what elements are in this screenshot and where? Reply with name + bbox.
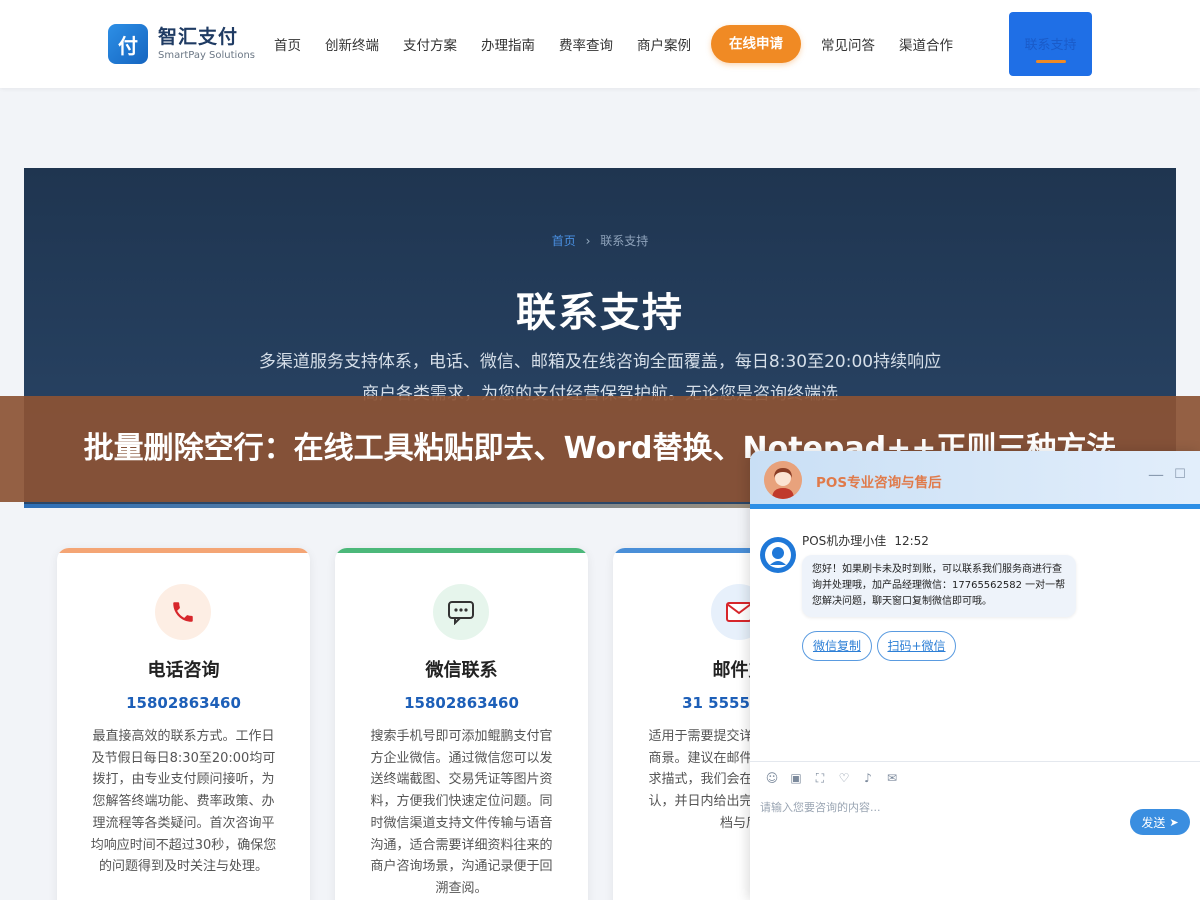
chat-input[interactable]: 请输入您要咨询的内容... [760,799,881,815]
card-phone-number[interactable]: 15802863460 [57,694,310,712]
nav-home[interactable]: 首页 [274,34,301,54]
main-nav: 首页 创新终端 支付方案 办理指南 费率查询 商户案例 在线申请 常见问答 渠道… [262,0,965,88]
nav-support-label: 联系支持 [1024,38,1077,53]
chat-icon [433,584,489,640]
chat-header: POS专业咨询与售后 — ☐ [750,451,1200,509]
card-description: 最直接高效的联系方式。工作日及节假日每日8:30至20:00均可拨打，由专业支付… [90,729,277,875]
card-accent [57,548,310,553]
nav-faq[interactable]: 常见问答 [821,34,875,54]
chat-header-divider [750,504,1200,509]
send-button[interactable]: 发送 ➤ [1130,809,1190,835]
agent-profile-icon [760,537,796,573]
logo-name: 智汇支付 [158,26,239,48]
nav-partner[interactable]: 渠道合作 [899,34,953,54]
breadcrumb-home[interactable]: 首页 [552,234,576,248]
nav-solutions[interactable]: 支付方案 [403,34,457,54]
nav-active-indicator [1036,60,1066,63]
agent-avatar-icon [764,461,802,499]
voice-icon[interactable]: ♪ [856,771,880,787]
quick-reply-copy-wechat[interactable]: 微信复制 [802,631,872,661]
nav-cases[interactable]: 商户案例 [637,34,691,54]
breadcrumb-current: 联系支持 [600,234,649,248]
breadcrumb: 首页 › 联系支持 [24,232,1176,249]
apply-online-button[interactable]: 在线申请 [711,25,801,63]
quick-reply-scan-wechat[interactable]: 扫码+微信 [877,631,956,661]
emoji-icon[interactable]: ☺ [760,771,784,787]
card-title: 电话咨询 [147,660,220,681]
card-description: 搜索手机号即可添加鲲鹏支付官方企业微信。通过微信您可以发送终端截图、交易凭证等图… [370,729,553,896]
image-icon[interactable]: ▣ [784,771,808,787]
nav-support-active[interactable]: 联系支持 [1009,12,1092,76]
logo-text: 智汇支付 SmartPay Solutions [158,25,255,63]
logo-sub: SmartPay Solutions [158,50,256,61]
nav-guide[interactable]: 办理指南 [481,34,535,54]
logo[interactable]: 付 智汇支付 SmartPay Solutions [108,24,255,64]
message-meta: POS机办理小佳 12:52 [802,532,929,549]
breadcrumb-separator: › [585,234,591,248]
chat-widget: POS专业咨询与售后 — ☐ POS机办理小佳 12:52 您好！如果刷卡未及时到… [750,451,1200,900]
card-accent [335,548,588,553]
chat-toolbar: ☺ ▣ ⛶ ♡ ♪ ✉ [760,771,904,787]
nav-rates[interactable]: 费率查询 [559,34,613,54]
minimize-icon[interactable]: — [1146,465,1166,485]
contact-card-phone: 电话咨询 15802863460 最直接高效的联系方式。工作日及节假日每日8:3… [57,548,310,900]
page-title: 联系支持 [516,290,684,336]
contact-card-wechat: 微信联系 15802863460 搜索手机号即可添加鲲鹏支付官方企业微信。通过微… [335,548,588,900]
send-label: 发送 [1141,815,1166,830]
wechat-icon[interactable]: ✉ [880,771,904,787]
send-arrow-icon: ➤ [1169,815,1179,829]
logo-badge: 付 [108,24,148,64]
chat-message: 您好！如果刷卡未及时到账，可以联系我们服务商进行查询并处理哦，加产品经理微信：1… [802,555,1076,617]
maximize-icon[interactable]: ☐ [1170,465,1190,485]
site-header: 付 智汇支付 SmartPay Solutions 首页 创新终端 支付方案 办… [0,0,1200,88]
agent-name: POS机办理小佳 [802,534,887,548]
screenshot-icon[interactable]: ⛶ [808,771,832,787]
card-title: 微信联系 [425,660,498,681]
phone-icon [155,584,211,640]
card-wechat-number[interactable]: 15802863460 [335,694,588,712]
message-time: 12:52 [894,534,929,548]
like-icon[interactable]: ♡ [832,771,856,787]
chat-title: POS专业咨询与售后 [816,475,942,491]
nav-terminals[interactable]: 创新终端 [325,34,379,54]
chat-input-divider [750,761,1200,762]
